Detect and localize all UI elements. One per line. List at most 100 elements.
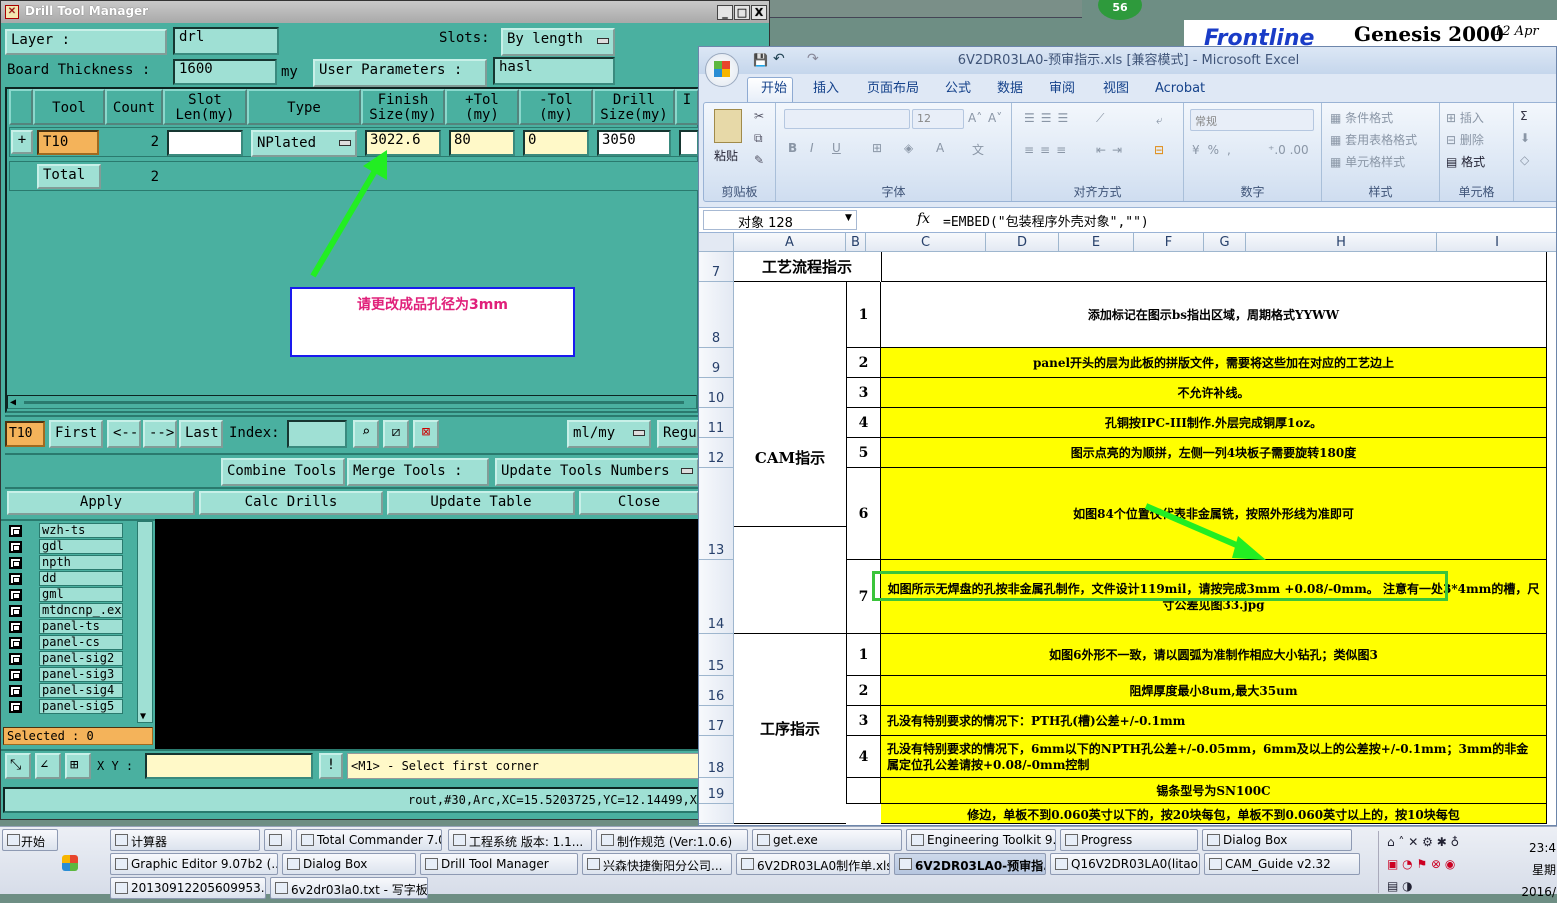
item-number-cell[interactable]: 6: [846, 468, 881, 560]
checkbox[interactable]: [9, 605, 22, 617]
worksheet[interactable]: ABCDEFGHI 7 工艺流程指示 8 1 添加标记在图示bs指出区域，周期格式YYW…: [699, 233, 1556, 825]
taskbar-button[interactable]: 6V2DR03LA0-预审指...: [894, 853, 1046, 875]
horizontal-align-icons[interactable]: ≡≡≡: [1024, 143, 1072, 157]
row-header[interactable]: 16: [699, 676, 734, 706]
minus-tol-input[interactable]: 0: [523, 130, 589, 156]
tab-formulas[interactable]: 公式: [945, 77, 971, 101]
orientation-icon[interactable]: ⟋: [1096, 111, 1104, 126]
layer-list-item[interactable]: panel-sig5: [7, 699, 123, 714]
format-painter-icon[interactable]: ✎: [754, 153, 764, 167]
item-number-cell[interactable]: 4: [846, 408, 881, 438]
fill-color-icon[interactable]: ◈: [904, 141, 913, 155]
layer-list-item[interactable]: npth: [7, 555, 123, 570]
checkbox[interactable]: [9, 701, 22, 713]
checkbox[interactable]: [9, 557, 22, 569]
combine-tools-button[interactable]: Combine Tools: [221, 458, 345, 486]
taskbar-button[interactable]: Total Commander 7.0 ...: [296, 829, 442, 851]
table-hscrollbar[interactable]: ◀: [7, 395, 697, 409]
scroll-down-icon[interactable]: ▼: [140, 711, 146, 722]
bold-icon[interactable]: B: [788, 141, 797, 155]
row-header[interactable]: 14: [699, 560, 734, 634]
row-header[interactable]: 10: [699, 378, 734, 408]
checkbox[interactable]: [9, 637, 22, 649]
cut-icon[interactable]: ✂: [754, 109, 764, 123]
row-header[interactable]: 12: [699, 438, 734, 468]
paste-label[interactable]: 粘贴: [714, 147, 738, 164]
taskbar-button[interactable]: 20130912205609953.rtf...: [110, 877, 266, 899]
table-format-button[interactable]: ▦ 套用表格格式: [1330, 131, 1417, 148]
font-name-box[interactable]: [784, 109, 910, 129]
tab-page-layout[interactable]: 页面布局: [867, 77, 919, 101]
tab-review[interactable]: 审阅: [1049, 77, 1075, 101]
row-header[interactable]: 11: [699, 408, 734, 438]
tab-data[interactable]: 数据: [997, 77, 1023, 101]
undo-icon[interactable]: ↶: [773, 51, 785, 67]
taskbar-button[interactable]: 6V2DR03LA0制作单.xls...: [736, 853, 890, 875]
taskbar-button[interactable]: 兴森快捷衡阳分公司...: [582, 853, 732, 875]
row-header[interactable]: [699, 804, 734, 824]
name-box[interactable]: 对象 128: [703, 210, 857, 231]
instruction-cell[interactable]: 不允许补线。: [881, 378, 1547, 408]
layer-list-item[interactable]: panel-ts: [7, 619, 123, 634]
layer-list-item[interactable]: mtdncnp_.exe: [7, 603, 123, 618]
calc-drills-button[interactable]: Calc Drills: [199, 491, 383, 515]
graphic-canvas[interactable]: [155, 519, 699, 749]
autosum-icon[interactable]: Σ: [1520, 109, 1528, 123]
fill-icon[interactable]: ⬇: [1520, 131, 1530, 145]
apply-button[interactable]: Apply: [7, 491, 195, 515]
column-header[interactable]: F: [1134, 233, 1204, 252]
vertical-align-icons[interactable]: ☰☰☰: [1024, 111, 1074, 125]
font-color-icon[interactable]: A: [936, 141, 944, 155]
layer-list-item[interactable]: wzh-ts: [7, 523, 123, 538]
tool-cell[interactable]: T10: [37, 130, 99, 155]
checkbox[interactable]: [9, 525, 22, 537]
taskbar-button[interactable]: 制作规范 (Ver:1.0.6): [596, 829, 748, 851]
scroll-track[interactable]: [24, 401, 684, 404]
phonetic-icon[interactable]: 文: [972, 141, 984, 158]
instruction-cell[interactable]: 锡条型号为SN100C: [881, 778, 1547, 804]
taskbar-button[interactable]: Q16V2DR03LA0(litao)20...: [1050, 853, 1200, 875]
taskbar-button[interactable]: 工程系统 版本: 1.1...: [448, 829, 592, 851]
instruction-cell[interactable]: 修边，单板不到0.060英寸以下的，按20块每包，单板不到0.060英寸以上的，…: [881, 804, 1547, 824]
fx-icon[interactable]: fx: [917, 211, 930, 227]
column-header[interactable]: E: [1059, 233, 1134, 252]
tab-insert[interactable]: 插入: [813, 77, 839, 101]
filter-icon[interactable]: ⧄: [383, 420, 409, 448]
slots-dropdown[interactable]: By length: [501, 28, 615, 56]
item-number-cell[interactable]: 5: [846, 438, 881, 468]
taskbar-button[interactable]: get.exe: [752, 829, 902, 851]
redo-icon[interactable]: ↷: [807, 51, 819, 67]
close-window-button[interactable]: X: [751, 5, 767, 20]
column-header[interactable]: A: [734, 233, 846, 252]
paste-icon[interactable]: [714, 109, 742, 143]
chevron-down-icon[interactable]: ▼: [845, 213, 852, 223]
drill-size-input[interactable]: 3050: [597, 130, 671, 156]
checkbox[interactable]: [9, 669, 22, 681]
start-button[interactable]: 开始: [2, 829, 58, 851]
cell-style-button[interactable]: ▦ 单元格样式: [1330, 153, 1405, 170]
dtm-title-bar[interactable]: ✕ Drill Tool Manager _ □ X: [1, 1, 769, 23]
row-header[interactable]: 13: [699, 468, 734, 560]
column-header[interactable]: H: [1246, 233, 1437, 252]
update-tools-numbers-dropdown[interactable]: Update Tools Numbers: [495, 458, 699, 486]
copy-icon[interactable]: ⧉: [754, 131, 763, 146]
row-header[interactable]: 9: [699, 348, 734, 378]
row-header[interactable]: 19: [699, 778, 734, 804]
row-header[interactable]: 8: [699, 282, 734, 348]
office-button[interactable]: [705, 53, 739, 87]
row-header[interactable]: 17: [699, 706, 734, 736]
shrink-font-icon[interactable]: A˅: [988, 111, 1002, 125]
checkbox[interactable]: [9, 573, 22, 585]
conditional-format-button[interactable]: ▦ 条件格式: [1330, 109, 1393, 126]
tray-icons[interactable]: ⌂ ˄ ✕ ⚙ ✱ ♁: [1387, 835, 1459, 849]
zoom-area-icon[interactable]: ⤡: [5, 753, 31, 779]
quick-launch-icon[interactable]: [62, 855, 78, 871]
decimal-icons[interactable]: ⁺.0 .00: [1268, 143, 1309, 157]
minimize-button[interactable]: _: [717, 5, 733, 20]
border-icon[interactable]: ⊞: [872, 141, 882, 155]
column-header[interactable]: B: [846, 233, 866, 252]
taskbar-button[interactable]: Dialog Box: [282, 853, 416, 875]
item-number-cell[interactable]: [846, 778, 881, 804]
layer-list-scrollbar[interactable]: ▼: [137, 521, 153, 723]
layer-list-item[interactable]: panel-cs: [7, 635, 123, 650]
